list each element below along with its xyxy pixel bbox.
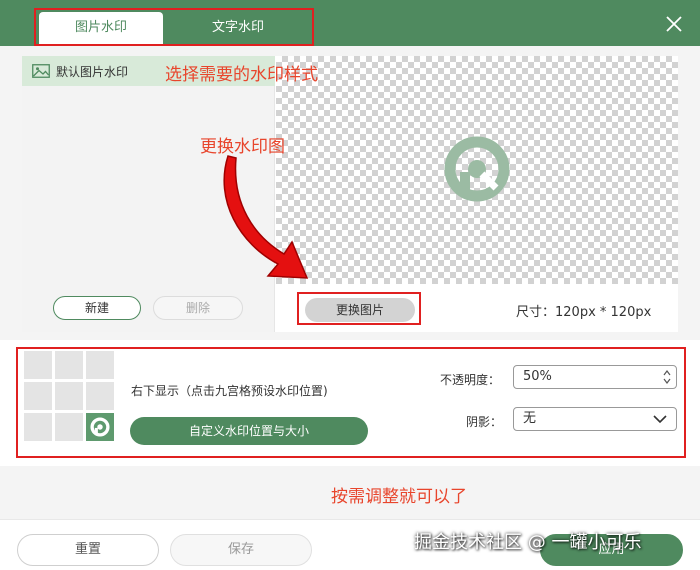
watermark-preview [276,56,678,284]
annotation-arrow [223,155,309,279]
new-button[interactable]: 新建 [53,296,141,320]
settings-annotation-box [16,347,686,458]
tabs-annotation-box [34,8,314,46]
list-item-label: 默认图片水印 [56,64,129,79]
image-icon [32,64,50,78]
close-icon[interactable] [664,14,684,34]
reset-button[interactable]: 重置 [17,534,159,566]
watermark-logo-icon [444,136,510,202]
save-button[interactable]: 保存 [170,534,312,566]
annotation-choose-style: 选择需要的水印样式 [165,65,318,85]
annotation-adjust: 按需调整就可以了 [331,487,467,507]
image-size-label: 尺寸：120px * 120px [516,305,652,320]
watermark-panel: 默认图片水印 新建 删除 更换图片 尺寸：120px * 120px [22,56,678,332]
delete-button[interactable]: 删除 [153,296,243,320]
site-watermark-text: 掘金技术社区 @ 一罐小可乐 [414,532,642,553]
replace-annotation-box [297,292,421,325]
